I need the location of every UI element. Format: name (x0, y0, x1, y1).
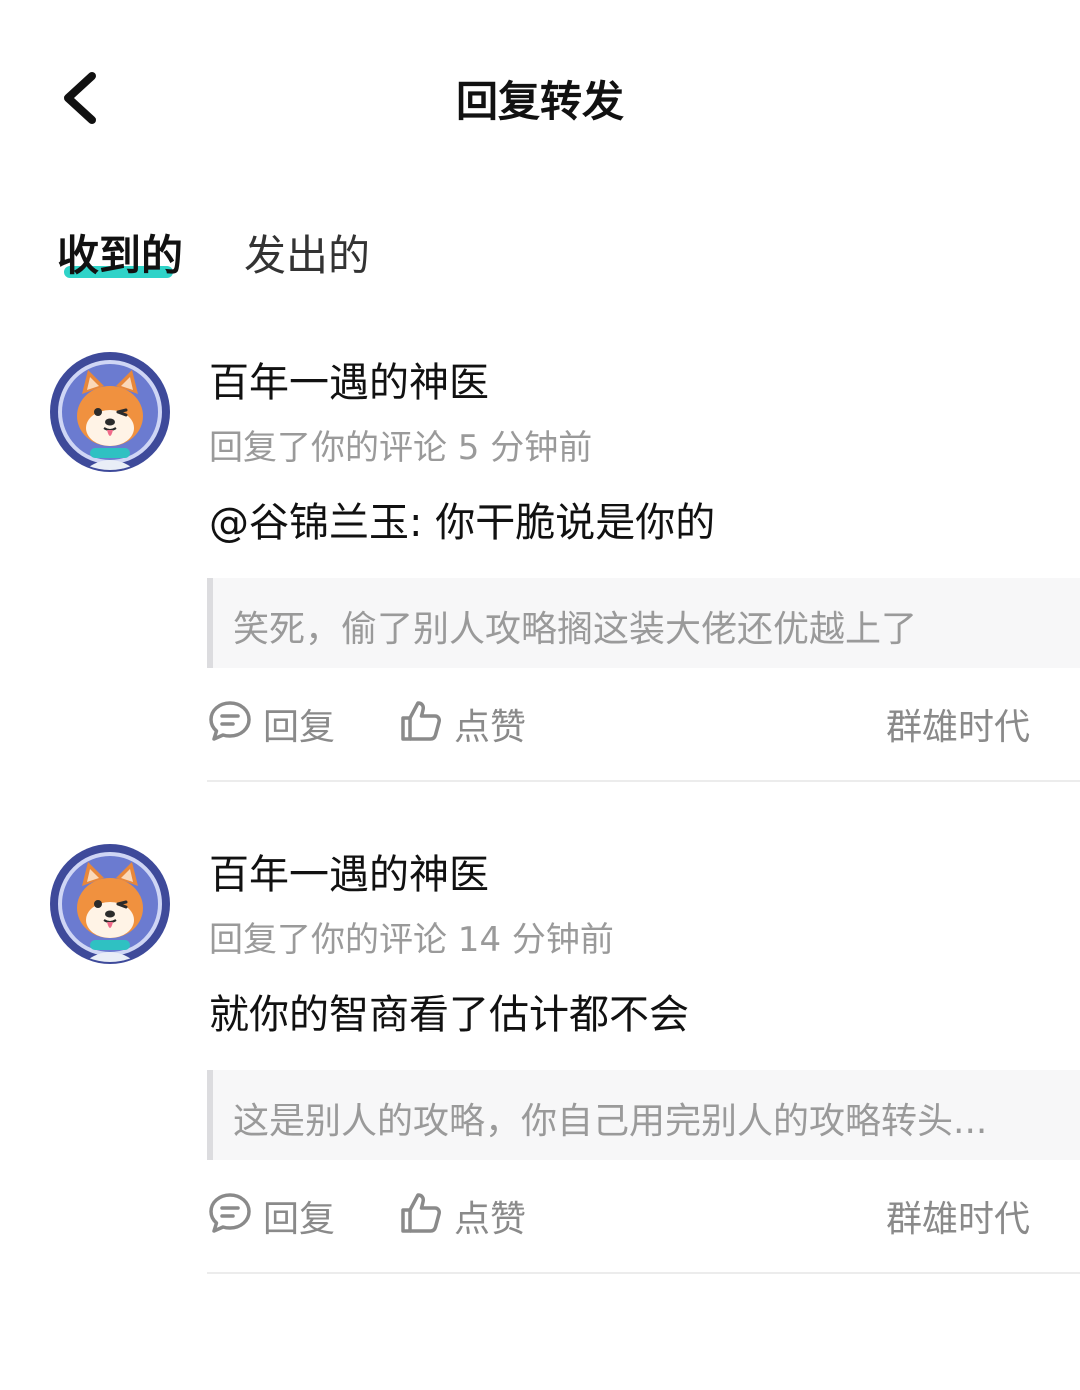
avatar[interactable] (48, 842, 172, 966)
source-game-link[interactable]: 群雄时代 (886, 698, 1030, 750)
comment-text[interactable]: @谷锦兰玉: 你干脆说是你的 (209, 490, 715, 548)
list-item: 百年一遇的神医 回复了你的评论 5 分钟前 @谷锦兰玉: 你干脆说是你的 笑死，… (0, 340, 1080, 820)
source-game-link[interactable]: 群雄时代 (886, 1190, 1030, 1242)
username[interactable]: 百年一遇的神医 (209, 842, 489, 900)
tab-sent[interactable]: 发出的 (244, 222, 370, 283)
top-bar: 回复转发 (0, 0, 1080, 195)
reply-meta: 回复了你的评论 14 分钟前 (209, 920, 614, 960)
quoted-comment-text: 这是别人的攻略，你自己用完别人的攻略转头... (233, 1101, 988, 1142)
comment-text[interactable]: 就你的智商看了估计都不会 (209, 982, 689, 1040)
reply-meta: 回复了你的评论 5 分钟前 (209, 428, 593, 468)
divider (207, 1272, 1080, 1274)
shiba-dog-avatar-icon (50, 352, 170, 472)
page-title: 回复转发 (455, 77, 624, 126)
username[interactable]: 百年一遇的神医 (209, 350, 489, 408)
action-bar: 回复 点赞 群雄时代 (0, 690, 1080, 760)
tab-received[interactable]: 收到的 (57, 222, 183, 283)
tab-bar: 收到的 发出的 (0, 210, 1080, 290)
action-bar: 回复 点赞 群雄时代 (0, 1182, 1080, 1252)
list-item: 百年一遇的神医 回复了你的评论 14 分钟前 就你的智商看了估计都不会 这是别人… (0, 832, 1080, 1312)
divider (207, 780, 1080, 782)
reply-label: 回复 (263, 1199, 336, 1240)
quoted-comment[interactable]: 这是别人的攻略，你自己用完别人的攻略转头... (207, 1070, 1080, 1160)
thumbs-up-icon (401, 1193, 441, 1233)
quoted-comment[interactable]: 笑死，偷了别人攻略搁这装大佬还优越上了 (207, 578, 1080, 668)
like-label: 点赞 (454, 1199, 527, 1240)
reply-label: 回复 (263, 707, 336, 748)
like-label: 点赞 (454, 707, 527, 748)
reply-forward-screen: 回复转发 收到的 发出的 百年一遇的神医 回复了你的评论 5 分钟前 @谷锦兰玉… (0, 0, 1080, 1390)
quoted-comment-text: 笑死，偷了别人攻略搁这装大佬还优越上了 (233, 609, 918, 650)
comment-bubble-icon (209, 701, 251, 741)
comment-bubble-icon (209, 1193, 251, 1233)
avatar[interactable] (48, 350, 172, 474)
thumbs-up-icon (401, 701, 441, 741)
shiba-dog-avatar-icon (50, 844, 170, 964)
